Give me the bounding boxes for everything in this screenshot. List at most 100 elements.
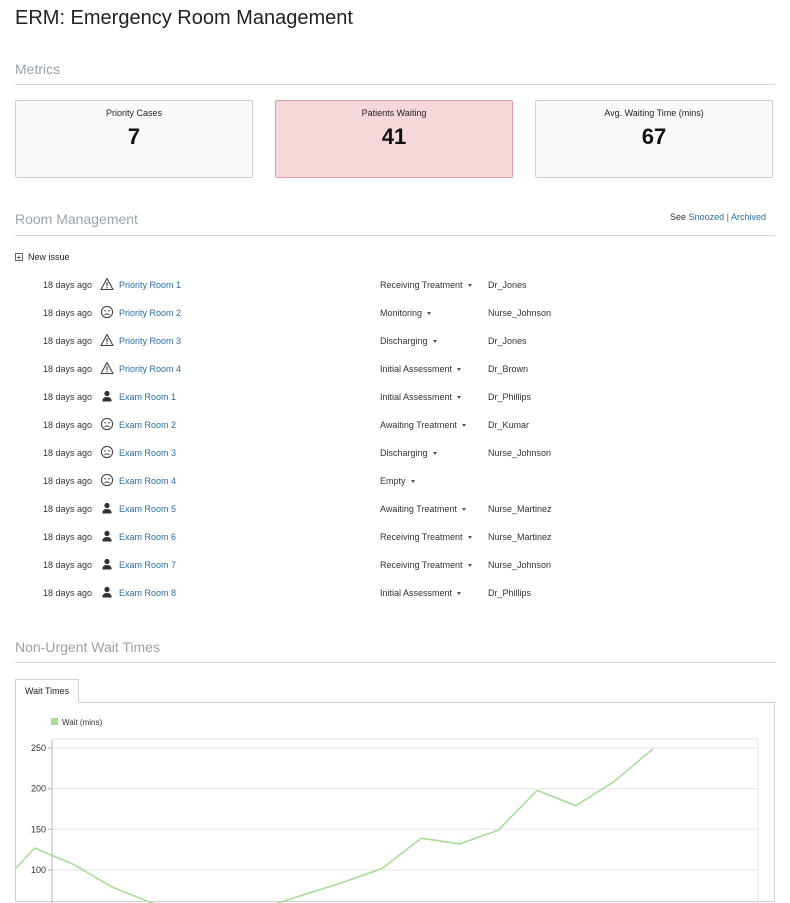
status-label: Receiving Treatment <box>380 280 463 290</box>
room-row: 18 days ago Exam Room 4 Empty <box>0 467 790 495</box>
room-row: 18 days ago Exam Room 6 Receiving Treatmen… <box>0 523 790 551</box>
see-links: See Snoozed | Archived <box>670 212 766 222</box>
caret-down-icon <box>411 480 415 483</box>
row-time: 18 days ago <box>43 532 92 542</box>
status-dropdown[interactable]: Monitoring <box>380 308 431 318</box>
status-label: Monitoring <box>380 308 422 318</box>
caret-down-icon <box>468 284 472 287</box>
status-dropdown[interactable]: Awaiting Treatment <box>380 420 466 430</box>
status-dropdown[interactable]: Initial Assessment <box>380 364 461 374</box>
y-tick-label: 150 <box>31 824 46 834</box>
metric-value: 67 <box>536 124 772 150</box>
see-label: See <box>670 212 686 222</box>
room-link[interactable]: Exam Room 2 <box>119 420 176 430</box>
wait-times-chart: 250200150100Wait (mins) <box>16 703 774 903</box>
room-link[interactable]: Exam Room 6 <box>119 532 176 542</box>
legend-label: Wait (mins) <box>62 718 102 727</box>
status-dropdown[interactable]: Receiving Treatment <box>380 280 472 290</box>
room-link[interactable]: Exam Room 1 <box>119 392 176 402</box>
wait-times-section-title: Non-Urgent Wait Times <box>15 639 160 655</box>
person-icon <box>100 585 114 599</box>
series-line <box>16 749 653 903</box>
room-link[interactable]: Priority Room 1 <box>119 280 181 290</box>
status-label: Discharging <box>380 336 428 346</box>
room-row: 18 days agoExam Room 3DischargingNurse_J… <box>0 439 790 467</box>
y-tick-label: 100 <box>31 865 46 875</box>
new-issue-button[interactable]: + New issue <box>15 252 70 262</box>
room-management-section-title: Room Management <box>15 211 138 227</box>
room-row: 18 days ago Exam Room 7 Receiving Treatmen… <box>0 551 790 579</box>
room-link[interactable]: Exam Room 7 <box>119 560 176 570</box>
room-row: 18 days agoExam Room 2Awaiting Treatment… <box>0 411 790 439</box>
caret-down-icon <box>457 368 461 371</box>
status-label: Initial Assessment <box>380 364 452 374</box>
room-row: 18 days ago Exam Room 8 Initial Assessment… <box>0 579 790 607</box>
status-dropdown[interactable]: Discharging <box>380 448 437 458</box>
assignee: Dr_Jones <box>488 280 527 290</box>
row-time: 18 days ago <box>43 588 92 598</box>
y-tick-label: 200 <box>31 784 46 794</box>
assignee: Dr_Jones <box>488 336 527 346</box>
status-dropdown[interactable]: Initial Assessment <box>380 392 461 402</box>
snoozed-link[interactable]: Snoozed <box>689 212 725 222</box>
metric-label: Priority Cases <box>16 108 252 118</box>
row-time: 18 days ago <box>43 560 92 570</box>
assignee: Dr_Phillips <box>488 588 531 598</box>
status-dropdown[interactable]: Receiving Treatment <box>380 532 472 542</box>
sad-face-icon <box>100 305 114 319</box>
room-list: 18 days ago Priority Room 1 Receiving Trea… <box>0 271 790 607</box>
row-time: 18 days ago <box>43 504 92 514</box>
sad-face-icon <box>100 473 114 487</box>
metric-value: 41 <box>276 124 512 150</box>
status-label: Discharging <box>380 448 428 458</box>
caret-down-icon <box>462 424 466 427</box>
archived-link[interactable]: Archived <box>731 212 766 222</box>
status-dropdown[interactable]: Empty <box>380 476 415 486</box>
warning-icon <box>100 361 114 375</box>
person-icon <box>100 557 114 571</box>
row-time: 18 days ago <box>43 336 92 346</box>
status-dropdown[interactable]: Awaiting Treatment <box>380 504 466 514</box>
row-time: 18 days ago <box>43 364 92 374</box>
metric-label: Patients Waiting <box>276 108 512 118</box>
metric-label: Avg. Waiting Time (mins) <box>536 108 772 118</box>
assignee: Dr_Phillips <box>488 392 531 402</box>
status-dropdown[interactable]: Initial Assessment <box>380 588 461 598</box>
room-link[interactable]: Exam Room 5 <box>119 504 176 514</box>
row-time: 18 days ago <box>43 280 92 290</box>
metric-value: 7 <box>16 124 252 150</box>
metric-card-priority-cases: Priority Cases 7 <box>15 100 253 178</box>
caret-down-icon <box>468 564 472 567</box>
status-label: Awaiting Treatment <box>380 420 457 430</box>
room-link[interactable]: Priority Room 3 <box>119 336 181 346</box>
room-row: 18 days ago Exam Room 5 Awaiting Treatment… <box>0 495 790 523</box>
metric-card-patients-waiting: Patients Waiting 41 <box>275 100 513 178</box>
caret-down-icon <box>457 396 461 399</box>
sad-face-icon <box>100 417 114 431</box>
room-link[interactable]: Priority Room 4 <box>119 364 181 374</box>
caret-down-icon <box>462 508 466 511</box>
warning-icon <box>100 333 114 347</box>
room-link[interactable]: Exam Room 3 <box>119 448 176 458</box>
row-time: 18 days ago <box>43 392 92 402</box>
row-time: 18 days ago <box>43 448 92 458</box>
caret-down-icon <box>433 452 437 455</box>
metrics-section-title: Metrics <box>15 61 60 77</box>
row-time: 18 days ago <box>43 476 92 486</box>
person-icon <box>100 389 114 403</box>
plus-box-icon: + <box>15 253 23 261</box>
room-link[interactable]: Exam Room 8 <box>119 588 176 598</box>
status-dropdown[interactable]: Discharging <box>380 336 437 346</box>
room-row: 18 days ago Priority Room 3 Discharging Dr_… <box>0 327 790 355</box>
person-icon <box>100 501 114 515</box>
caret-down-icon <box>427 312 431 315</box>
caret-down-icon <box>433 340 437 343</box>
sad-face-icon <box>100 445 114 459</box>
status-dropdown[interactable]: Receiving Treatment <box>380 560 472 570</box>
room-link[interactable]: Exam Room 4 <box>119 476 176 486</box>
assignee: Nurse_Martinez <box>488 532 552 542</box>
page-title: ERM: Emergency Room Management <box>15 7 353 30</box>
room-link[interactable]: Priority Room 2 <box>119 308 181 318</box>
assignee: Nurse_Johnson <box>488 560 551 570</box>
tab-wait-times[interactable]: Wait Times <box>15 679 79 703</box>
